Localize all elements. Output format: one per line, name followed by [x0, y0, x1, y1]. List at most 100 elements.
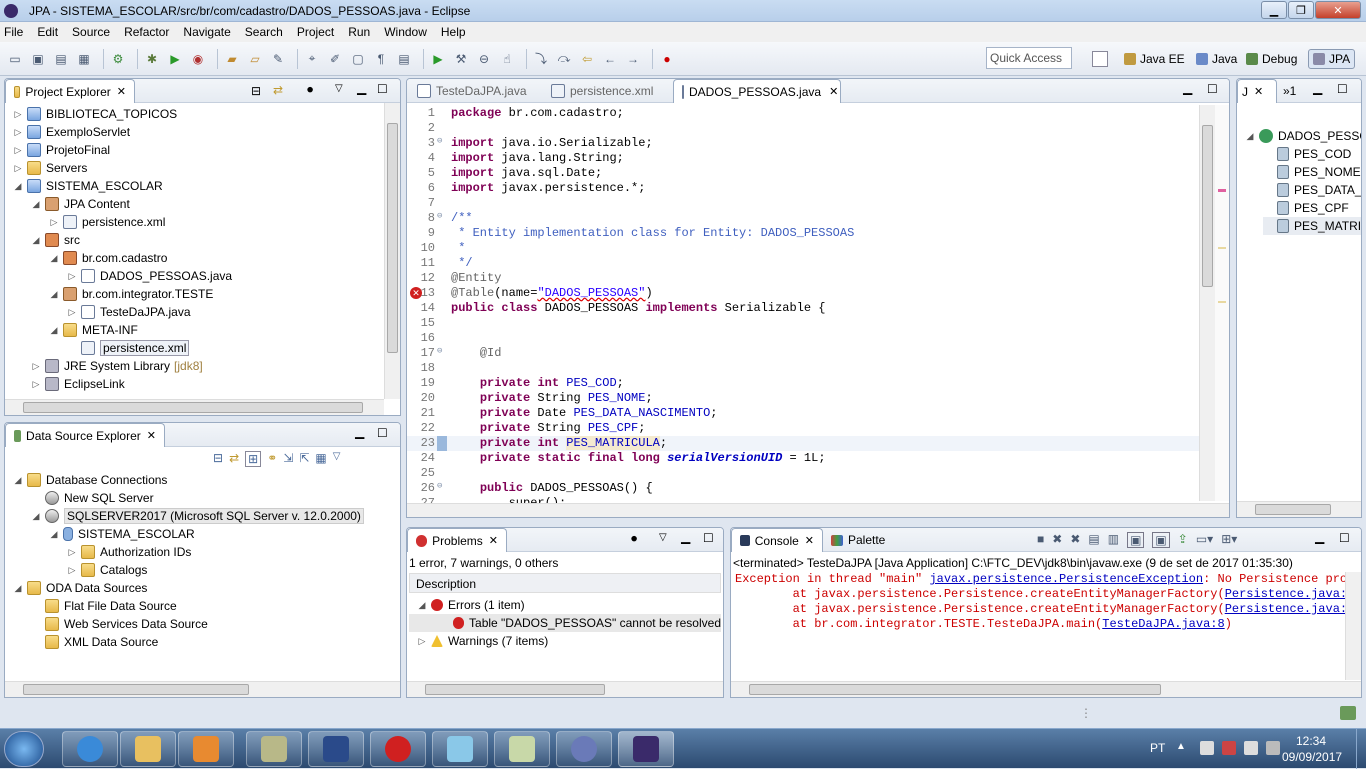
- minimize-button[interactable]: ▁: [1261, 1, 1287, 19]
- terminate-icon[interactable]: ⊖: [475, 50, 493, 68]
- close-icon[interactable]: ✕: [117, 85, 126, 98]
- tree-item-meta-inf[interactable]: ◢ META-INF: [49, 321, 138, 339]
- minimize-view-icon[interactable]: ▁: [1315, 530, 1324, 544]
- taskbar-file-explorer[interactable]: [120, 731, 176, 767]
- minimize-view-icon[interactable]: ▁: [1183, 81, 1192, 95]
- tab-project-explorer[interactable]: Project Explorer ✕: [5, 79, 135, 103]
- tray-expand-icon[interactable]: ▲: [1176, 741, 1186, 752]
- menu-edit[interactable]: Edit: [37, 25, 58, 39]
- menu-run[interactable]: Run: [348, 25, 370, 39]
- scroll-lock-icon[interactable]: ▤: [1088, 532, 1099, 548]
- show-whitespace-icon[interactable]: ¶: [372, 50, 390, 68]
- tree-item-testedajpa-java[interactable]: ▷ TesteDaJPA.java: [67, 303, 191, 321]
- tree-item-new-sql-server[interactable]: New SQL Server: [31, 489, 154, 507]
- export-icon[interactable]: ⇱: [299, 451, 309, 467]
- prev-annotation-icon[interactable]: ⇦: [578, 50, 596, 68]
- close-button[interactable]: ✕: [1315, 1, 1361, 19]
- tree-item-eclipselink[interactable]: ▷ EclipseLink: [31, 375, 125, 393]
- tab-data-source-explorer[interactable]: Data Source Explorer ✕: [5, 423, 165, 447]
- tree-item-persistence-xml[interactable]: ▷ persistence.xml: [49, 213, 165, 231]
- forward-icon[interactable]: →: [624, 50, 642, 68]
- taskbar-dev-cpp[interactable]: [308, 731, 364, 767]
- tree-item-authorization-ids[interactable]: ▷ Authorization IDs: [67, 543, 191, 561]
- problems-errors-group[interactable]: ◢ Errors (1 item): [417, 596, 525, 614]
- maximize-view-icon[interactable]: ☐: [1207, 82, 1218, 96]
- tree-item-meta-persistence-xml[interactable]: persistence.xml: [67, 339, 190, 357]
- taskbar-eclipse[interactable]: [556, 731, 612, 767]
- tab-outline[interactable]: J ✕: [1237, 79, 1277, 103]
- outline-item-pes-nome[interactable]: PES_NOME: [1263, 163, 1361, 181]
- tree-item-br-com-cadastro[interactable]: ◢ br.com.cadastro: [49, 249, 167, 267]
- fold-icon[interactable]: ⊖: [437, 481, 447, 496]
- back-icon[interactable]: ←: [601, 50, 619, 68]
- tree-item-sistema-escolar[interactable]: ◢ SISTEMA_ESCOLAR: [13, 177, 163, 195]
- new-java-project-icon[interactable]: ▰: [223, 50, 241, 68]
- tab-console[interactable]: Console ✕: [731, 528, 823, 552]
- menu-refactor[interactable]: Refactor: [124, 25, 169, 39]
- taskbar-opera[interactable]: [370, 731, 426, 767]
- show-on-output-icon[interactable]: ▣: [1127, 532, 1145, 548]
- tray-network-icon[interactable]: [1200, 741, 1214, 755]
- run-icon[interactable]: ▶: [166, 50, 184, 68]
- taskbar-jdk-tool[interactable]: [494, 731, 550, 767]
- menu-file[interactable]: File: [4, 25, 23, 39]
- link-editor-icon[interactable]: ⇄: [273, 83, 283, 97]
- fold-icon[interactable]: ⊖: [437, 136, 447, 151]
- menu-help[interactable]: Help: [441, 25, 466, 39]
- open-perspective-icon[interactable]: [1092, 51, 1108, 67]
- tree-item-web-services[interactable]: Web Services Data Source: [31, 615, 208, 633]
- resume-icon[interactable]: ▶: [429, 50, 447, 68]
- new-server-icon[interactable]: ⚙: [109, 50, 127, 68]
- toggle-block-icon[interactable]: ▤: [395, 50, 413, 68]
- tree-item-dados-pessoas-java[interactable]: ▷ DADOS_PESSOAS.java: [67, 267, 232, 285]
- chevron-down-icon[interactable]: ▽: [659, 532, 667, 543]
- run-external-icon[interactable]: ◉: [189, 50, 207, 68]
- menu-source[interactable]: Source: [72, 25, 110, 39]
- error-marker-icon[interactable]: ✕: [410, 287, 422, 299]
- tree-item-projetofinal[interactable]: ▷ ProjetoFinal: [13, 141, 110, 159]
- minimize-view-icon[interactable]: ▁: [357, 81, 366, 95]
- new-console-icon[interactable]: ⊞▾: [1221, 532, 1237, 548]
- quick-access-input[interactable]: Quick Access: [986, 47, 1072, 69]
- collapse-all-icon[interactable]: ⊟: [251, 84, 261, 98]
- show-desktop-button[interactable]: [1356, 729, 1366, 769]
- step-into-icon[interactable]: ⤵: [532, 50, 550, 68]
- tree-item-jpa-content[interactable]: ◢ JPA Content: [31, 195, 130, 213]
- connect-icon[interactable]: ⚭: [267, 451, 277, 467]
- close-icon[interactable]: ✕: [147, 429, 156, 442]
- outline-item-pes-cpf[interactable]: PES_CPF: [1263, 199, 1349, 217]
- pin-icon[interactable]: ⌖: [303, 50, 321, 68]
- drop-frame-icon[interactable]: ☝: [498, 50, 516, 68]
- chevron-down-icon[interactable]: ▽: [335, 83, 343, 94]
- debug-icon[interactable]: ✱: [143, 50, 161, 68]
- code-editor[interactable]: 1 package br.com.cadastro; 2 3 ⊖ import jav…: [407, 106, 1215, 506]
- taskbar-tools[interactable]: [246, 731, 302, 767]
- tree-item-biblioteca[interactable]: ▷ BIBLIOTECA_TOPICOS: [13, 105, 177, 123]
- suspend-icon[interactable]: ⚒: [452, 50, 470, 68]
- column-header-description[interactable]: Description: [409, 573, 721, 593]
- console-output[interactable]: Exception in thread "main" javax.persist…: [731, 572, 1345, 680]
- menu-window[interactable]: Window: [384, 25, 427, 39]
- pin-console-icon[interactable]: ▣: [1152, 532, 1170, 548]
- horizontal-scrollbar[interactable]: [407, 681, 723, 697]
- toggle-mark-icon[interactable]: ✐: [326, 50, 344, 68]
- word-wrap-icon[interactable]: ▥: [1108, 532, 1119, 548]
- problems-warnings-group[interactable]: ▷ Warnings (7 items): [417, 632, 549, 650]
- menu-search[interactable]: Search: [245, 25, 283, 39]
- tree-item-database-connections[interactable]: ◢ Database Connections: [13, 471, 167, 489]
- tree-item-jre-library[interactable]: ▷ JRE System Library [jdk8]: [31, 357, 203, 375]
- perspective-java[interactable]: Java: [1192, 49, 1241, 69]
- maximize-view-icon[interactable]: ☐: [1337, 82, 1348, 96]
- horizontal-scrollbar[interactable]: [1237, 501, 1361, 517]
- tab-dados-pessoas[interactable]: DADOS_PESSOAS.java ✕: [673, 79, 841, 103]
- fold-icon[interactable]: ⊖: [437, 211, 447, 226]
- print-icon[interactable]: ▦: [75, 50, 93, 68]
- tray-volume-icon[interactable]: [1244, 741, 1258, 755]
- filter-icon[interactable]: ⊞: [245, 451, 262, 467]
- tab-palette[interactable]: Palette: [823, 528, 903, 552]
- vertical-scrollbar[interactable]: [384, 103, 400, 399]
- horizontal-scrollbar[interactable]: [407, 503, 1229, 517]
- tray-flag-icon[interactable]: [1222, 741, 1236, 755]
- link-icon[interactable]: ⇄: [229, 451, 239, 467]
- collapse-all-icon[interactable]: ⊟: [213, 451, 223, 467]
